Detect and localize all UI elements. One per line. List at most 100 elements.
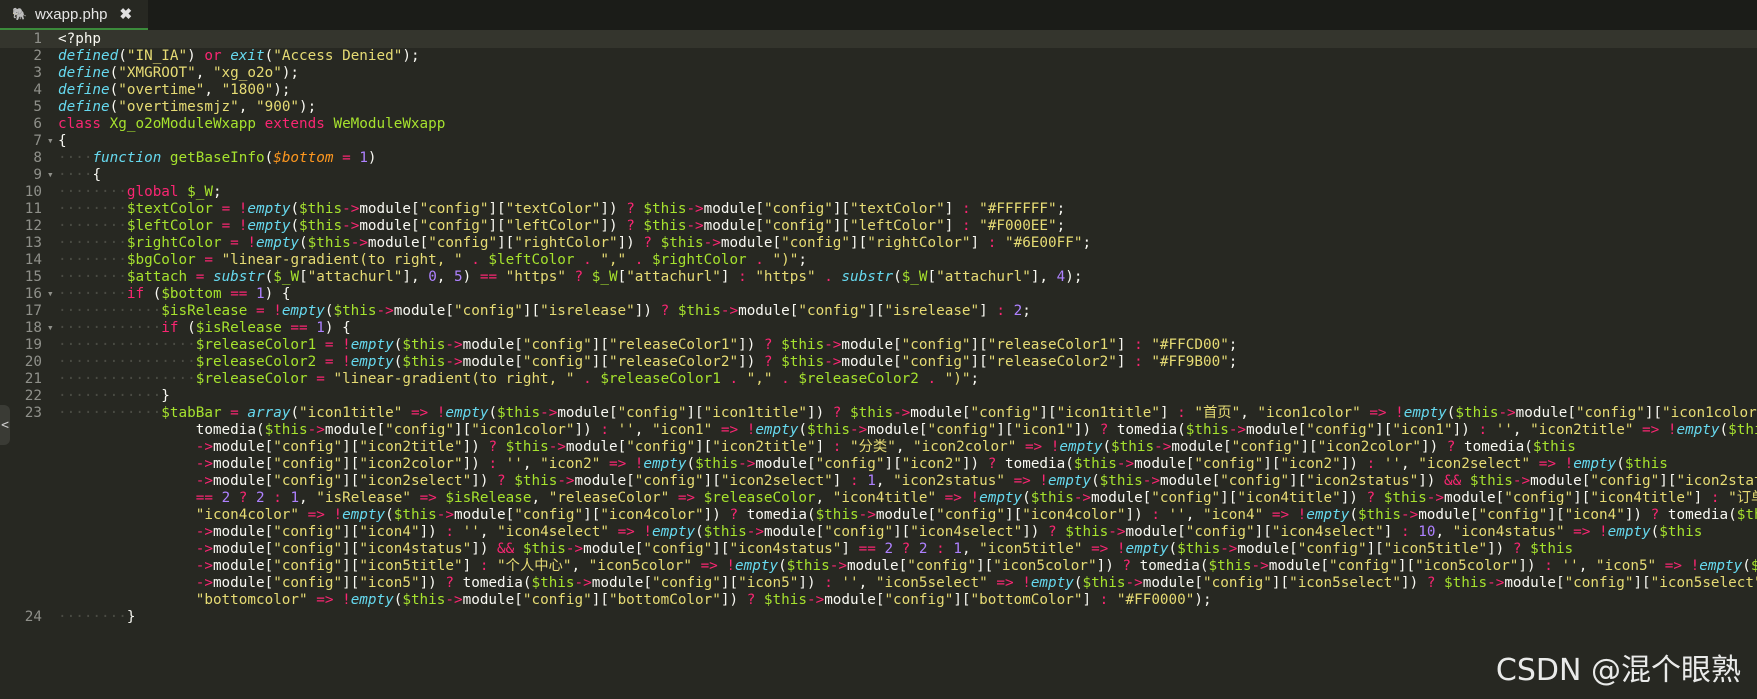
code-line[interactable]: "icon4color" => !empty($this->module["co… [0,506,1757,524]
code-token: => [1271,507,1290,523]
code-token: ········ [58,235,127,251]
code-line[interactable]: 15 ········$attach = substr($_W["attachur… [0,268,1757,286]
code-token: $this [1030,490,1074,506]
code-token: ········ [58,286,127,302]
code-line[interactable]: ->module["config"]["icon4status"]) && $t… [0,540,1757,558]
code-token: -> [565,541,584,557]
close-icon[interactable]: ✖ [120,5,133,23]
code-token: ···· [58,167,93,183]
code-token: ( [109,65,119,81]
code-line[interactable]: 12 ········$leftColor = !empty($this->mod… [0,217,1757,235]
code-line[interactable]: 17 ············$isRelease = !empty($this-… [0,302,1757,320]
code-token: "releaseColor1" [608,337,739,353]
tab-wxapp-php[interactable]: 🐘 wxapp.php ✖ [0,0,148,30]
fold-arrow-icon[interactable]: ▾ [47,285,54,303]
code-line[interactable]: 2 defined("IN_IA") or exit("Access Denied… [0,47,1757,65]
code-line[interactable]: 9 ▾ ····{ [0,166,1757,184]
code-token: ! [342,337,351,353]
code-token: ; [1056,201,1066,217]
code-line[interactable]: tomedia($this->module["config"]["icon1co… [0,421,1757,439]
code-token: "config" [1203,575,1272,591]
fold-arrow-icon[interactable]: ▾ [47,166,54,184]
code-line[interactable]: 23 ············$tabBar = array("icon1titl… [0,404,1757,422]
code-line[interactable]: 8 ····function getBaseInfo($bottom = 1) [0,149,1757,167]
code-token: module[ [841,337,902,353]
code-token: exit [230,48,265,64]
code-token: ; [798,252,807,268]
code-line[interactable]: == 2 ? 2 : 1, "isRelease" => $isRelease,… [0,489,1757,507]
code-line[interactable]: ->module["config"]["icon5"]) ? tomedia($… [0,574,1757,592]
code-token: -> [1498,405,1516,421]
code-line[interactable]: ->module["config"]["icon2color"]) : '', … [0,455,1757,473]
code-token: '' [505,456,523,472]
code-line[interactable]: 11 ········$textColor = !empty($this->mod… [0,200,1757,218]
code-token: ( [290,405,300,421]
code-line[interactable]: ->module["config"]["icon2title"]) ? $thi… [0,438,1757,456]
code-token: ]) [1340,456,1367,472]
fold-arrow-icon[interactable]: ▾ [47,132,54,150]
code-token: : [600,422,609,438]
code-line[interactable]: "bottomcolor" => !empty($this->module["c… [0,591,1757,609]
line-number: 4 [33,82,42,98]
code-line[interactable]: 13 ········$rightColor = !empty($this->mo… [0,234,1757,252]
code-token: , [299,490,317,506]
code-token: ][ [591,354,609,370]
code-line[interactable]: 1 <?php [0,30,1757,48]
code-line[interactable]: 24 ········} [0,608,1757,626]
code-line[interactable]: 18 ▾ ············if ($isRelease == 1) { [0,319,1757,337]
code-line[interactable]: ->module["config"]["icon2select"]) ? $th… [0,472,1757,490]
code-token: ( [1742,558,1751,574]
code-token: => [700,558,718,574]
code-token: ]) [471,473,498,489]
code-token: -> [540,405,558,421]
code-token: 4 [1056,269,1066,285]
code-token: "icon4color" [600,507,704,523]
code-line[interactable]: 4 define("overtime", "1800"); [0,81,1757,99]
code-line[interactable]: ->module["config"]["icon5title"] : "个人中心… [0,557,1757,575]
code-token: "config" [273,524,343,540]
collapse-handle[interactable]: < [0,405,10,445]
code-token: ? [488,439,498,455]
code-token: ? [643,235,653,251]
code-token: ? [445,575,455,591]
code-token: ][ [488,218,506,234]
code-line[interactable]: 21 ················$releaseColor = "linea… [0,370,1757,388]
code-line[interactable]: 3 define("XMGROOT", "xg_o2o"); [0,64,1757,82]
code-token: "config" [1306,422,1376,438]
code-text: ->module["config"]["icon4"]) : '', "icon… [58,523,1703,541]
code-token: -> [307,422,325,438]
code-token: "config" [1220,473,1290,489]
code-token: "icon4status" [1452,524,1565,540]
code-token: ? [574,269,584,285]
code-area[interactable]: 1 <?php 2 defined("IN_IA") or exit("Access … [0,30,1757,699]
code-token: ) { [264,286,291,302]
code-token: empty [247,201,291,217]
code-line[interactable]: 7 ▾{ [0,132,1757,150]
code-line[interactable]: 20 ················$releaseColor2 = !empt… [0,353,1757,371]
code-line[interactable]: 14 ········$bgColor = "linear-gradient(to… [0,251,1757,269]
code-line[interactable]: ->module["config"]["icon4"]) : '', "icon… [0,523,1757,541]
code-token: substr [212,269,265,285]
code-token: -> [686,201,704,217]
code-token: ( [118,48,127,64]
code-line[interactable]: 6 class Xg_o2oModuleWxapp extends WeModul… [0,115,1757,133]
code-line[interactable]: 22 ············} [0,387,1757,405]
code-token: "icon5color" [1415,558,1519,574]
code-line[interactable]: 5 define("overtimesmjz", "900"); [0,98,1757,116]
watermark: CSDN @混个眼熟 [1495,653,1741,688]
code-line[interactable]: 10 ········global $_W; [0,183,1757,201]
code-line[interactable]: 16 ▾ ········if ($bottom == 1) { [0,285,1757,303]
fold-arrow-icon[interactable]: ▾ [47,319,54,337]
code-line[interactable]: 19 ················$releaseColor1 = !empt… [0,336,1757,354]
code-token: "rightColor" [867,235,971,251]
